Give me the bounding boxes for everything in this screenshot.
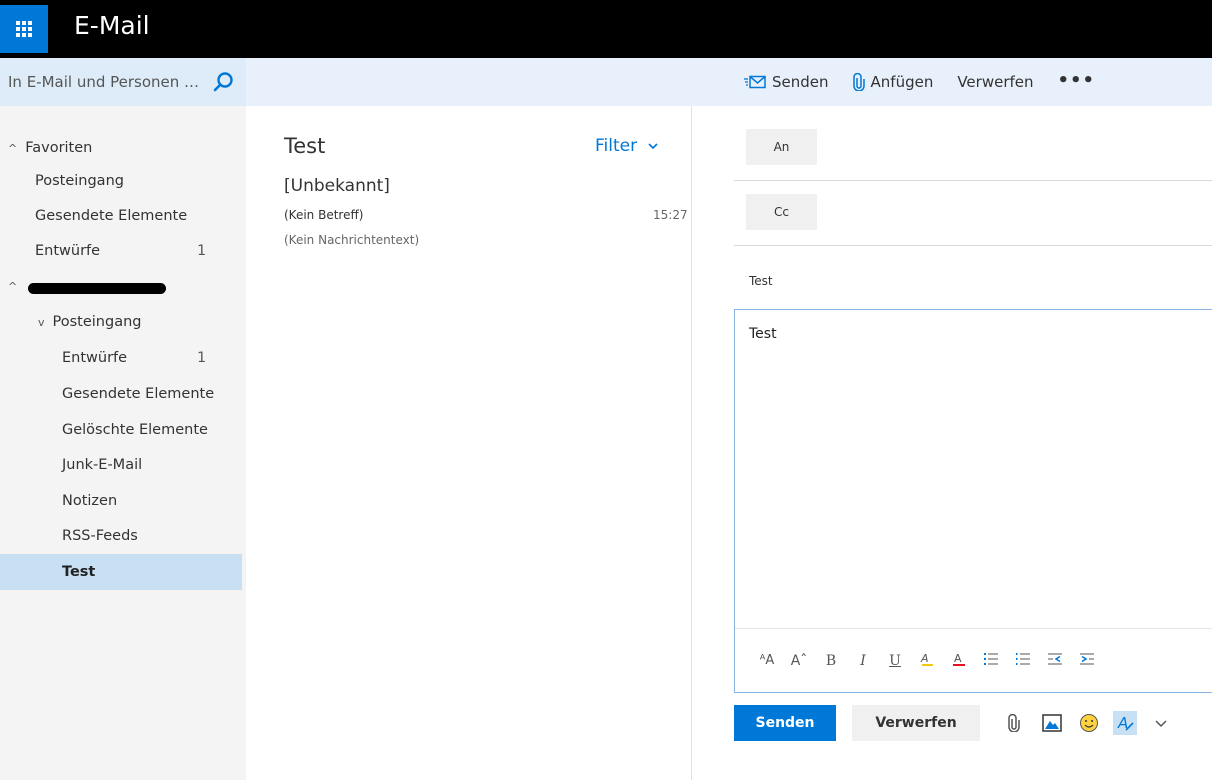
chevron-up-icon: ^ bbox=[8, 279, 18, 293]
chevron-up-icon: ^ bbox=[8, 141, 18, 155]
folder-item-selected[interactable]: Test bbox=[0, 554, 242, 590]
font-size-icon[interactable]: ᴬA bbox=[751, 653, 783, 668]
folder-label: Posteingang bbox=[35, 173, 124, 189]
filter-label: Filter bbox=[595, 136, 638, 156]
cc-button[interactable]: Cc bbox=[746, 194, 817, 230]
discard-button[interactable]: Verwerfen bbox=[852, 705, 980, 741]
chevron-down-icon[interactable] bbox=[1149, 711, 1173, 735]
send-command[interactable]: Senden bbox=[744, 73, 829, 91]
list-item[interactable]: [Unbekannt] (Kein Betreff) 15:27 (Kein N… bbox=[284, 176, 688, 256]
folder-label: Gelöschte Elemente bbox=[62, 422, 208, 438]
folder-item[interactable]: Gesendete Elemente bbox=[0, 198, 242, 234]
folder-label: Notizen bbox=[62, 493, 118, 509]
folder-label: Test bbox=[62, 564, 96, 580]
divider bbox=[734, 245, 1212, 246]
italic-icon[interactable]: I bbox=[847, 653, 879, 669]
svg-text:A: A bbox=[954, 652, 962, 665]
compose-pane: An Cc Test Test ᴬA Aˆ B I U A A Senden V… bbox=[693, 106, 1212, 780]
grow-font-icon[interactable]: Aˆ bbox=[783, 653, 815, 669]
folder-item[interactable]: Gelöschte Elemente bbox=[0, 412, 242, 448]
message-sender: [Unbekannt] bbox=[284, 176, 390, 196]
folder-pane: ^ Favoriten Posteingang Gesendete Elemen… bbox=[0, 106, 246, 780]
message-preview: (Kein Nachrichtentext) bbox=[284, 233, 420, 247]
attach-icon[interactable] bbox=[1002, 711, 1026, 735]
formatting-toggle-icon[interactable]: A bbox=[1113, 711, 1137, 735]
underline-icon[interactable]: U bbox=[879, 653, 911, 669]
folder-label: Junk-E-Mail bbox=[62, 457, 143, 473]
message-time: 15:27 bbox=[653, 208, 688, 222]
app-launcher-button[interactable] bbox=[0, 5, 48, 53]
more-options-icon[interactable]: ••• bbox=[1058, 70, 1096, 91]
folder-item[interactable]: Entwürfe 1 bbox=[0, 233, 242, 269]
chevron-down-icon: v bbox=[38, 315, 45, 329]
increase-indent-icon[interactable] bbox=[1071, 652, 1103, 670]
message-list: Test Filter [Unbekannt] (Kein Betreff) 1… bbox=[246, 106, 692, 780]
command-bar: Senden Anfügen Verwerfen ••• bbox=[744, 58, 1095, 106]
emoji-icon[interactable] bbox=[1077, 711, 1101, 735]
filter-button[interactable]: Filter bbox=[595, 136, 659, 156]
send-command-label: Senden bbox=[772, 73, 829, 91]
folder-label: RSS-Feeds bbox=[62, 528, 138, 544]
formatting-toolbar: ᴬA Aˆ B I U A A bbox=[735, 628, 1212, 692]
search-icon[interactable] bbox=[212, 71, 234, 93]
list-title: Test bbox=[284, 134, 326, 158]
favorites-header[interactable]: ^ Favoriten bbox=[0, 130, 242, 166]
folder-label: Gesendete Elemente bbox=[62, 386, 215, 402]
to-button[interactable]: An bbox=[746, 129, 817, 165]
numbered-list-icon[interactable] bbox=[1007, 652, 1039, 670]
attach-command[interactable]: Anfügen bbox=[852, 73, 934, 91]
app-title: E-Mail bbox=[74, 11, 150, 40]
insert-image-icon[interactable] bbox=[1040, 711, 1064, 735]
folder-label: Entwürfe bbox=[35, 243, 101, 259]
folder-item-inbox[interactable]: v Posteingang bbox=[0, 304, 242, 340]
redacted-account-name bbox=[28, 283, 166, 294]
chevron-down-icon bbox=[647, 143, 658, 150]
paperclip-icon bbox=[852, 73, 865, 91]
send-mail-icon bbox=[744, 75, 766, 89]
font-color-icon[interactable]: A bbox=[943, 651, 975, 671]
discard-command-label: Verwerfen bbox=[957, 73, 1034, 91]
folder-item[interactable]: Gesendete Elemente bbox=[0, 376, 242, 412]
highlight-icon[interactable]: A bbox=[911, 651, 943, 671]
folder-item[interactable]: Notizen bbox=[0, 483, 242, 519]
folder-label: Posteingang bbox=[52, 314, 142, 330]
unread-count: 1 bbox=[197, 243, 206, 259]
search-box[interactable]: In E-Mail und Personen suchen bbox=[0, 58, 246, 106]
bold-icon[interactable]: B bbox=[815, 653, 847, 669]
discard-command[interactable]: Verwerfen bbox=[957, 73, 1033, 91]
folder-item[interactable]: RSS-Feeds bbox=[0, 518, 242, 554]
search-input[interactable]: In E-Mail und Personen suchen bbox=[8, 73, 203, 91]
favorites-label: Favoriten bbox=[25, 140, 93, 156]
message-body-editor[interactable]: Test ᴬA Aˆ B I U A A bbox=[734, 309, 1212, 693]
unread-count: 1 bbox=[197, 350, 206, 366]
divider bbox=[734, 180, 1212, 181]
bullet-list-icon[interactable] bbox=[975, 652, 1007, 670]
folder-item[interactable]: Entwürfe 1 bbox=[0, 340, 242, 376]
message-body-text[interactable]: Test bbox=[749, 326, 777, 342]
decrease-indent-icon[interactable] bbox=[1039, 652, 1071, 670]
folder-item[interactable]: Posteingang bbox=[0, 163, 242, 199]
svg-text:A: A bbox=[920, 652, 929, 665]
waffle-icon bbox=[16, 21, 32, 37]
top-bar: E-Mail bbox=[0, 0, 1212, 58]
folder-label: Entwürfe bbox=[62, 350, 128, 366]
message-subject: (Kein Betreff) bbox=[284, 208, 364, 222]
attach-command-label: Anfügen bbox=[870, 73, 934, 91]
folder-label: Gesendete Elemente bbox=[35, 208, 188, 224]
send-button[interactable]: Senden bbox=[734, 705, 836, 741]
subject-field[interactable]: Test bbox=[749, 274, 773, 288]
folder-item[interactable]: Junk-E-Mail bbox=[0, 447, 242, 483]
